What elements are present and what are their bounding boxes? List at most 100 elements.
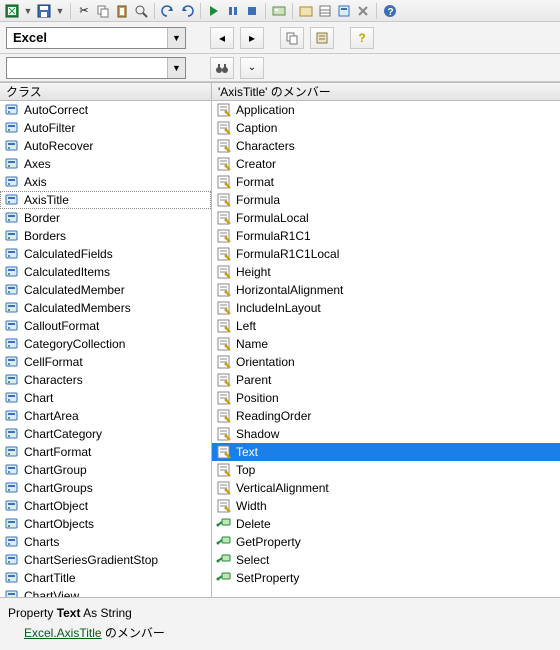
member-item[interactable]: Format: [212, 173, 560, 191]
member-item[interactable]: HorizontalAlignment: [212, 281, 560, 299]
class-item[interactable]: ChartView: [0, 587, 211, 597]
member-item[interactable]: SetProperty: [212, 569, 560, 587]
class-item[interactable]: Axis: [0, 173, 211, 191]
class-item-label: ChartObjects: [24, 517, 94, 531]
member-item[interactable]: FormulaLocal: [212, 209, 560, 227]
class-item[interactable]: Charts: [0, 533, 211, 551]
member-item[interactable]: Height: [212, 263, 560, 281]
chevron-down-icon[interactable]: ▼: [167, 28, 185, 48]
dropdown-arrow-icon[interactable]: ▼: [55, 6, 65, 16]
excel-icon[interactable]: [4, 3, 20, 19]
member-item[interactable]: GetProperty: [212, 533, 560, 551]
toolbox-icon[interactable]: [355, 3, 371, 19]
member-item[interactable]: Orientation: [212, 353, 560, 371]
undo-icon[interactable]: [160, 3, 176, 19]
method-icon: [216, 552, 232, 568]
find-button[interactable]: [210, 57, 234, 79]
paste-icon[interactable]: [114, 3, 130, 19]
help-button[interactable]: ?: [350, 27, 374, 49]
member-item[interactable]: Parent: [212, 371, 560, 389]
library-combo-input[interactable]: [7, 28, 167, 47]
class-item[interactable]: ChartTitle: [0, 569, 211, 587]
member-item[interactable]: ReadingOrder: [212, 407, 560, 425]
classes-list[interactable]: AutoCorrectAutoFilterAutoRecoverAxesAxis…: [0, 101, 211, 597]
redo-icon[interactable]: [179, 3, 195, 19]
member-item[interactable]: Delete: [212, 515, 560, 533]
class-item-label: ChartFormat: [24, 445, 91, 459]
class-item[interactable]: CalculatedMembers: [0, 299, 211, 317]
member-item[interactable]: Select: [212, 551, 560, 569]
search-input[interactable]: [7, 58, 167, 77]
class-item[interactable]: Characters: [0, 371, 211, 389]
member-item[interactable]: Application: [212, 101, 560, 119]
help-icon[interactable]: ?: [382, 3, 398, 19]
class-item[interactable]: CalculatedItems: [0, 263, 211, 281]
members-list[interactable]: Application Caption CharactersCreatorForma…: [212, 101, 560, 597]
class-item[interactable]: CellFormat: [0, 353, 211, 371]
class-item[interactable]: Border: [0, 209, 211, 227]
class-item[interactable]: ChartSeriesGradientStop: [0, 551, 211, 569]
class-item[interactable]: AxisTitle: [0, 191, 211, 209]
class-item[interactable]: ChartObject: [0, 497, 211, 515]
member-item[interactable]: Text: [212, 443, 560, 461]
member-item[interactable]: Position: [212, 389, 560, 407]
separator: [292, 3, 293, 19]
class-item[interactable]: ChartObjects: [0, 515, 211, 533]
project-icon[interactable]: [298, 3, 314, 19]
nav-forward-button[interactable]: ▸: [240, 27, 264, 49]
run-icon[interactable]: [206, 3, 222, 19]
class-item[interactable]: ChartFormat: [0, 443, 211, 461]
member-item[interactable]: FormulaR1C1Local: [212, 245, 560, 263]
search-options-button[interactable]: ⌄: [240, 57, 264, 79]
class-item[interactable]: ChartGroups: [0, 479, 211, 497]
design-icon[interactable]: [271, 3, 287, 19]
member-item[interactable]: Creator: [212, 155, 560, 173]
class-icon: [4, 588, 20, 597]
member-item[interactable]: Shadow: [212, 425, 560, 443]
member-item[interactable]: Width: [212, 497, 560, 515]
class-item[interactable]: Borders: [0, 227, 211, 245]
class-item[interactable]: AutoCorrect: [0, 101, 211, 119]
find-icon[interactable]: [133, 3, 149, 19]
parent-class-link[interactable]: Excel.AxisTitle: [24, 626, 102, 640]
property-icon: [216, 210, 232, 226]
member-item[interactable]: Left: [212, 317, 560, 335]
stop-icon[interactable]: [244, 3, 260, 19]
member-item[interactable]: Caption: [212, 119, 560, 137]
cut-icon[interactable]: ✂: [76, 3, 92, 19]
class-item[interactable]: CalculatedFields: [0, 245, 211, 263]
class-item[interactable]: CategoryCollection: [0, 335, 211, 353]
member-item-label: Caption: [236, 121, 277, 135]
class-item[interactable]: CalloutFormat: [0, 317, 211, 335]
member-item[interactable]: Name: [212, 335, 560, 353]
dropdown-arrow-icon[interactable]: ▼: [23, 6, 33, 16]
member-item[interactable]: Formula: [212, 191, 560, 209]
class-item[interactable]: Axes: [0, 155, 211, 173]
library-combo[interactable]: ▼: [6, 27, 186, 49]
property-icon: [216, 408, 232, 424]
member-item[interactable]: Characters: [212, 137, 560, 155]
class-icon: [4, 372, 20, 388]
object-browser-icon[interactable]: [336, 3, 352, 19]
save-icon[interactable]: [36, 3, 52, 19]
class-item[interactable]: AutoFilter: [0, 119, 211, 137]
chevron-down-icon[interactable]: ▼: [167, 58, 185, 78]
member-item[interactable]: IncludeInLayout: [212, 299, 560, 317]
nav-back-button[interactable]: ◂: [210, 27, 234, 49]
class-item[interactable]: AutoRecover: [0, 137, 211, 155]
class-item[interactable]: ChartCategory: [0, 425, 211, 443]
member-item[interactable]: Top: [212, 461, 560, 479]
search-combo[interactable]: ▼: [6, 57, 186, 79]
class-item[interactable]: ChartArea: [0, 407, 211, 425]
class-item[interactable]: Chart: [0, 389, 211, 407]
class-item[interactable]: ChartGroup: [0, 461, 211, 479]
member-item[interactable]: FormulaR1C1: [212, 227, 560, 245]
copy-icon[interactable]: [95, 3, 111, 19]
class-item[interactable]: CalculatedMember: [0, 281, 211, 299]
member-item[interactable]: VerticalAlignment: [212, 479, 560, 497]
property-icon: [216, 282, 232, 298]
properties-icon[interactable]: [317, 3, 333, 19]
copy-button[interactable]: [280, 27, 304, 49]
pause-icon[interactable]: [225, 3, 241, 19]
view-definition-button[interactable]: [310, 27, 334, 49]
